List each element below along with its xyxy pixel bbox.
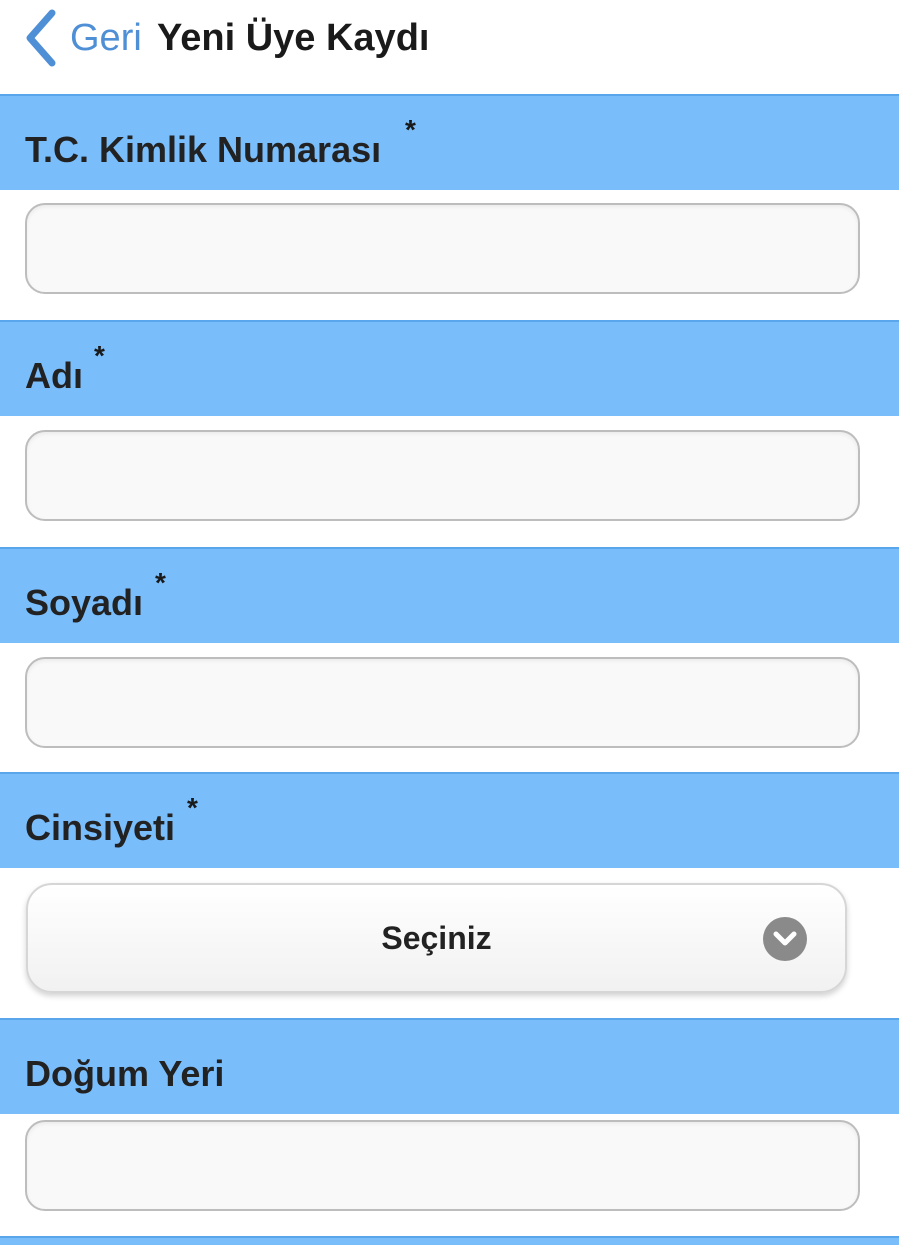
back-button[interactable]: Geri xyxy=(24,6,142,70)
adi-label: Adı xyxy=(25,355,83,396)
cinsiyeti-select[interactable]: Seçiniz xyxy=(26,883,847,993)
tc-kimlik-label: T.C. Kimlik Numarası xyxy=(25,129,382,170)
required-mark: * xyxy=(405,114,416,145)
section-cinsiyeti: Cinsiyeti * xyxy=(0,772,899,868)
tc-kimlik-input[interactable] xyxy=(25,203,860,294)
required-mark: * xyxy=(187,792,198,823)
section-tc-kimlik: T.C. Kimlik Numarası * xyxy=(0,94,899,190)
dogum-yeri-label: Doğum Yeri xyxy=(25,1053,225,1094)
chevron-down-circle-icon xyxy=(763,917,807,961)
section-soyadi: Soyadı * xyxy=(0,547,899,643)
section-dogum-yeri: Doğum Yeri xyxy=(0,1018,899,1114)
back-label: Geri xyxy=(70,17,142,59)
required-mark: * xyxy=(94,340,105,371)
required-mark: * xyxy=(155,567,166,598)
section-next xyxy=(0,1236,899,1245)
section-adi: Adı * xyxy=(0,320,899,416)
registration-page: Geri Yeni Üye Kaydı T.C. Kimlik Numarası… xyxy=(0,0,899,1245)
adi-input[interactable] xyxy=(25,430,860,521)
header-bar: Geri Yeni Üye Kaydı xyxy=(0,0,899,94)
soyadi-input[interactable] xyxy=(25,657,860,748)
chevron-left-icon xyxy=(24,8,58,68)
soyadi-label: Soyadı xyxy=(25,582,144,623)
cinsiyeti-label: Cinsiyeti xyxy=(25,807,176,848)
cinsiyeti-selected-value: Seçiniz xyxy=(381,919,492,956)
page-title: Yeni Üye Kaydı xyxy=(157,17,430,59)
dogum-yeri-input[interactable] xyxy=(25,1120,860,1211)
